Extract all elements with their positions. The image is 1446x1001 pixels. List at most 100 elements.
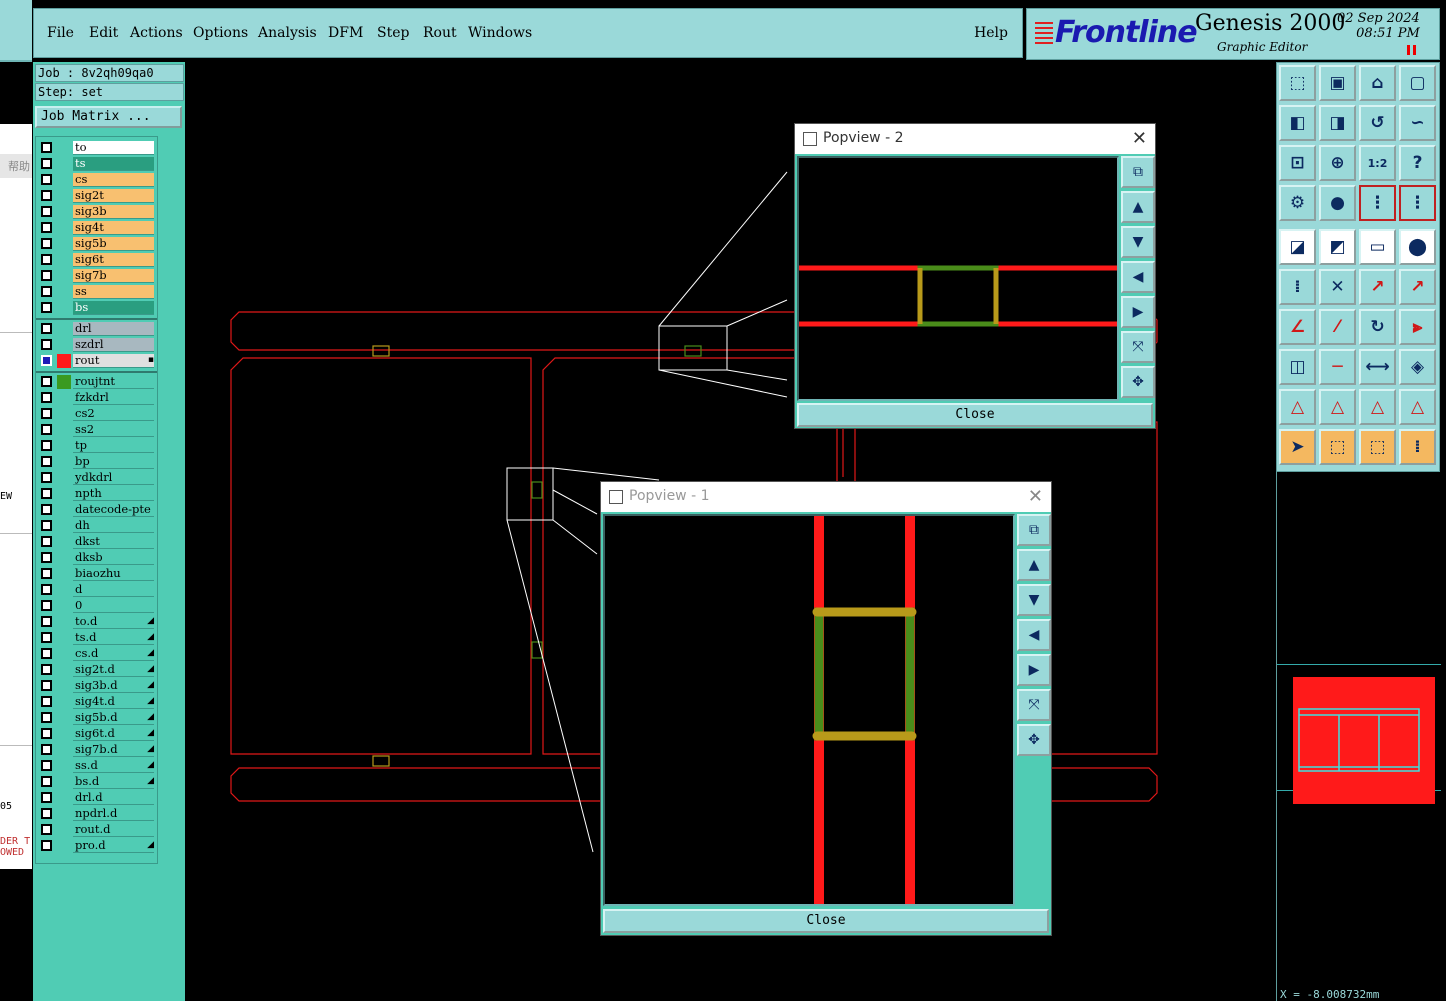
layer-display-checkbox[interactable]	[41, 472, 52, 483]
layer-row-datecode-pte[interactable]: datecode-pte	[38, 503, 157, 518]
undo-tool-button[interactable]: ↺	[1359, 105, 1396, 141]
layer-row-roujtnt[interactable]: roujtnt	[38, 375, 157, 390]
layer-color-chip[interactable]	[57, 354, 71, 368]
layer-display-checkbox[interactable]	[41, 808, 52, 819]
layer-display-checkbox[interactable]	[41, 339, 52, 350]
popview-2-view[interactable]	[797, 156, 1119, 401]
pan-right-button[interactable]: ▶	[1121, 296, 1155, 328]
shape-tool-button[interactable]: ◈	[1399, 349, 1436, 385]
layer-display-checkbox[interactable]	[41, 504, 52, 515]
layer-row-fzkdrl[interactable]: fzkdrl	[38, 391, 157, 406]
layer-row-sig4t[interactable]: sig4t	[38, 221, 157, 236]
layer-display-checkbox[interactable]	[41, 840, 52, 851]
cursor-shape-tool-button[interactable]: ⬚	[1359, 429, 1396, 465]
layer-display-checkbox[interactable]	[41, 456, 52, 467]
layer-display-checkbox[interactable]	[41, 760, 52, 771]
overview-window[interactable]	[1276, 472, 1441, 1001]
menu-actions[interactable]: Actions	[130, 25, 183, 41]
layer-row-to[interactable]: to	[38, 141, 157, 156]
layer-row-cs-d[interactable]: cs.d ◢	[38, 647, 157, 662]
pan-down-button[interactable]: ▼	[1017, 584, 1051, 616]
layer-display-checkbox[interactable]	[41, 323, 52, 334]
triangle-tool-button[interactable]: △	[1399, 389, 1436, 425]
layer-row-drl-d[interactable]: drl.d	[38, 791, 157, 806]
layer-display-checkbox[interactable]	[41, 680, 52, 691]
menu-file[interactable]: File	[47, 25, 74, 41]
layer-row-cs[interactable]: cs	[38, 173, 157, 188]
layer-display-checkbox[interactable]	[41, 174, 52, 185]
layer-row-drl[interactable]: drl	[38, 322, 157, 337]
connect-tool-button[interactable]: ⁞	[1399, 429, 1436, 465]
cursor-tool-button[interactable]: ➤	[1279, 429, 1316, 465]
layer-display-checkbox[interactable]	[41, 776, 52, 787]
layer-display-checkbox[interactable]	[41, 142, 52, 153]
layer-display-checkbox[interactable]	[41, 744, 52, 755]
zoom-center-tool-button[interactable]: ⊕	[1319, 145, 1356, 181]
layer-row-bs-d[interactable]: bs.d ◢	[38, 775, 157, 790]
layer-display-checkbox[interactable]	[41, 408, 52, 419]
ruler-tool-button[interactable]: ▭	[1359, 229, 1396, 265]
layer-row-ss-d[interactable]: ss.d ◢	[38, 759, 157, 774]
zoom-window-button[interactable]: ⧉	[1121, 156, 1155, 188]
move-tool-button[interactable]: ✕	[1319, 269, 1356, 305]
layer-display-checkbox[interactable]	[41, 552, 52, 563]
zoom-center-button[interactable]: ✥	[1121, 366, 1155, 398]
add-pad-tool-button[interactable]: ↗	[1359, 269, 1396, 305]
pan-left-button[interactable]: ◀	[1121, 261, 1155, 293]
layer-display-checkbox[interactable]	[41, 286, 52, 297]
measure-tool-button[interactable]: ⟷	[1359, 349, 1396, 385]
line-cut-tool-button[interactable]: ─	[1319, 349, 1356, 385]
layer-row-ts[interactable]: ts	[38, 157, 157, 172]
layer-display-checkbox[interactable]	[41, 488, 52, 499]
layer-row-npth[interactable]: npth	[38, 487, 157, 502]
pan-right-tool-button[interactable]: ◨	[1319, 105, 1356, 141]
pause-icon[interactable]	[1407, 45, 1416, 55]
line-tool-button[interactable]: ∠	[1279, 309, 1316, 345]
popview-2-close-button[interactable]: Close	[797, 403, 1153, 427]
pan-down-button[interactable]: ▼	[1121, 226, 1155, 258]
cursor-select-tool-button[interactable]: ⬚	[1319, 429, 1356, 465]
layer-row-d[interactable]: d	[38, 583, 157, 598]
layer-row-tp[interactable]: tp	[38, 439, 157, 454]
zoom-home-tool-button[interactable]: ⬚	[1279, 65, 1316, 101]
layer-display-checkbox[interactable]	[41, 190, 52, 201]
pad-tool-button[interactable]: ⬤	[1399, 229, 1436, 265]
zoom-window-button[interactable]: ⧉	[1017, 514, 1051, 546]
triangle-tool-button[interactable]: △	[1319, 389, 1356, 425]
layer-display-checkbox[interactable]	[41, 584, 52, 595]
layer-row-sig6t-d[interactable]: sig6t.d ◢	[38, 727, 157, 742]
layer-row-biaozhu[interactable]: biaozhu	[38, 567, 157, 582]
layer-display-checkbox[interactable]	[41, 424, 52, 435]
layer-row-ydkdrl[interactable]: ydkdrl	[38, 471, 157, 486]
snap-tool-button[interactable]: ●	[1319, 185, 1356, 221]
layer-row-sig3b[interactable]: sig3b	[38, 205, 157, 220]
triangle-tool-button[interactable]: △	[1279, 389, 1316, 425]
layer-display-checkbox[interactable]	[41, 632, 52, 643]
layer-display-checkbox[interactable]	[41, 648, 52, 659]
layer-display-checkbox[interactable]	[41, 270, 52, 281]
layer-row-sig7b-d[interactable]: sig7b.d ◢	[38, 743, 157, 758]
select-tool-button[interactable]: ◪	[1279, 229, 1316, 265]
layer-display-checkbox[interactable]	[41, 158, 52, 169]
arc-tool-button[interactable]: ↻	[1359, 309, 1396, 345]
menu-edit[interactable]: Edit	[89, 25, 118, 41]
layer-color-chip[interactable]	[57, 375, 71, 389]
layer-display-checkbox[interactable]	[41, 520, 52, 531]
popview-1-titlebar[interactable]: Popview - 1 ✕	[601, 482, 1051, 512]
pad-ref-tool-button[interactable]: ◫	[1279, 349, 1316, 385]
scale-1-2-tool-button[interactable]: 1:2	[1359, 145, 1396, 181]
help-tool-button[interactable]: ?	[1399, 145, 1436, 181]
layer-row-rout-d[interactable]: rout.d	[38, 823, 157, 838]
layer-row-ts-d[interactable]: ts.d ◢	[38, 631, 157, 646]
layer-row-sig2t-d[interactable]: sig2t.d ◢	[38, 663, 157, 678]
home-tool-button[interactable]: ⌂	[1359, 65, 1396, 101]
layer-display-checkbox[interactable]	[41, 664, 52, 675]
layer-row-to-d[interactable]: to.d ◢	[38, 615, 157, 630]
triangle-tool-button[interactable]: △	[1359, 389, 1396, 425]
layer-row-pro-d[interactable]: pro.d ◢	[38, 839, 157, 854]
layer-row-0[interactable]: 0	[38, 599, 157, 614]
layer-display-checkbox[interactable]	[41, 254, 52, 265]
pan-up-button[interactable]: ▲	[1017, 549, 1051, 581]
layer-row-sig4t-d[interactable]: sig4t.d ◢	[38, 695, 157, 710]
layer-row-sig2t[interactable]: sig2t	[38, 189, 157, 204]
